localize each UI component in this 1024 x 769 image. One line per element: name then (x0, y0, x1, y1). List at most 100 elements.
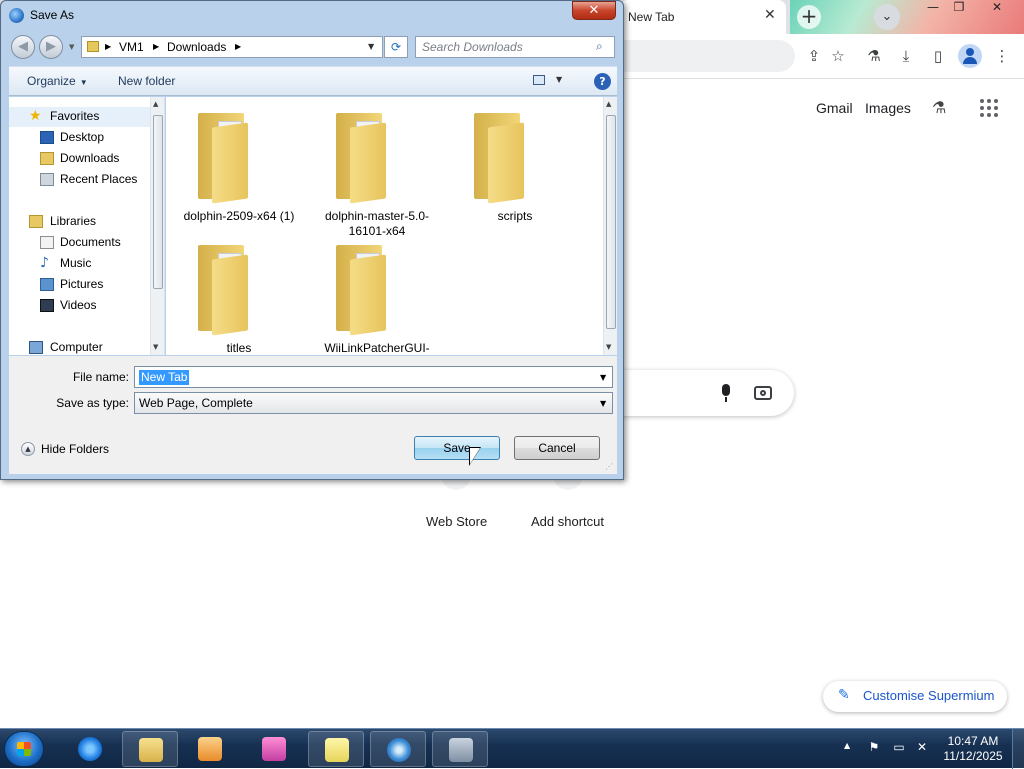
folder-item[interactable]: dolphin-master-5.0-16101-x64 (308, 103, 438, 238)
help-button[interactable]: ? (594, 73, 611, 90)
forward-button[interactable]: ▶ (39, 35, 63, 59)
side-panel-icon[interactable]: ▯ (927, 45, 949, 67)
supermium-taskbar-button[interactable] (370, 731, 426, 767)
nav-item-pictures[interactable]: Pictures (9, 275, 152, 295)
network-icon[interactable]: ▭ (891, 740, 907, 754)
new-tab-button[interactable]: + (797, 5, 821, 29)
tab-close-icon[interactable]: ✕ (764, 7, 776, 23)
breadcrumb-arrow-icon[interactable]: ▶ (235, 42, 241, 51)
system-clock[interactable]: 10:47 AM 11/12/2025 (938, 734, 1008, 764)
recent-locations-dropdown-icon[interactable]: ▼ (69, 43, 74, 51)
start-button[interactable] (4, 731, 44, 767)
show-desktop-button[interactable] (1012, 729, 1024, 769)
folder-item[interactable]: WiiLinkPatcherGUI-Windows-x64 (308, 235, 438, 355)
view-options-dropdown-icon[interactable]: ▼ (556, 75, 562, 84)
nav-item-videos[interactable]: Videos (9, 296, 152, 316)
share-icon[interactable]: ⇪ (803, 45, 825, 67)
breadcrumb-vm1[interactable]: VM1 (119, 40, 144, 54)
bookmark-star-icon[interactable]: ☆ (827, 45, 849, 67)
labs-icon[interactable]: ⚗ (863, 45, 885, 67)
save-as-type-select[interactable]: Web Page, Complete ▼ (134, 392, 613, 414)
address-breadcrumb[interactable]: ▶ VM1 ▶ Downloads ▶ ▼ (81, 36, 383, 58)
nav-item-music[interactable]: ♪ Music (9, 254, 152, 274)
search-field[interactable]: ⌕ (415, 36, 615, 58)
folder-item[interactable]: dolphin-2509-x64 (1) (170, 103, 300, 223)
customise-button[interactable]: ✎ Customise Supermium (823, 681, 1007, 712)
search-labs-icon[interactable]: ⚗ (932, 98, 946, 117)
scrollbar-thumb[interactable] (153, 115, 163, 289)
sticky-notes-icon (325, 738, 349, 762)
search-icon[interactable]: ⌕ (596, 39, 603, 54)
nav-item-computer[interactable]: Computer (9, 338, 152, 355)
nav-label-favorites: Favorites (50, 109, 100, 123)
address-dropdown-icon[interactable]: ▼ (368, 42, 374, 51)
sticky-notes-taskbar-button[interactable] (308, 731, 364, 767)
change-view-icon[interactable] (533, 75, 545, 85)
browser-icon (387, 738, 411, 762)
nav-item-documents[interactable]: Documents (9, 233, 152, 253)
minimize-button[interactable]: — (921, 0, 945, 18)
search-input[interactable] (422, 39, 592, 55)
scroll-down-icon[interactable]: ▼ (153, 343, 158, 351)
nav-item-desktop[interactable]: Desktop (9, 128, 152, 148)
file-name-field[interactable]: New Tab ▼ (134, 366, 613, 388)
file-pane-scrollbar[interactable]: ▲ ▼ (603, 97, 617, 355)
nav-item-downloads[interactable]: Downloads (9, 149, 152, 169)
folder-item[interactable]: scripts (446, 103, 576, 223)
nav-label-recent-places: Recent Places (60, 172, 138, 186)
microphone-icon[interactable] (719, 384, 733, 402)
tab-search-button[interactable]: ⌄ (874, 4, 900, 30)
internet-explorer-taskbar-button[interactable] (62, 731, 118, 767)
hide-folders-label: Hide Folders (41, 442, 110, 456)
nav-pane-scrollbar[interactable]: ▲ ▼ (150, 97, 164, 355)
nav-label-desktop: Desktop (60, 130, 105, 144)
dialog-close-button[interactable]: ✕ (572, 1, 616, 20)
computer-icon (29, 341, 43, 354)
file-name-dropdown-icon[interactable]: ▼ (600, 373, 606, 382)
resize-grip-icon[interactable]: ⋰ (605, 462, 613, 471)
camera-search-icon[interactable] (754, 386, 772, 400)
nav-item-favorites[interactable]: ★ Favorites (9, 107, 152, 127)
folder-item[interactable]: titles (170, 235, 300, 355)
maximize-button[interactable]: ❐ (947, 0, 971, 18)
scroll-up-icon[interactable]: ▲ (606, 100, 611, 108)
images-link[interactable]: Images (865, 100, 911, 116)
new-folder-button[interactable]: New folder (118, 74, 175, 88)
breadcrumb-arrow-icon[interactable]: ▶ (105, 42, 111, 51)
scroll-up-icon[interactable]: ▲ (153, 100, 158, 108)
folder-icon (336, 111, 398, 204)
gmail-link[interactable]: Gmail (816, 100, 853, 116)
folder-icon (474, 111, 536, 204)
scroll-down-icon[interactable]: ▼ (606, 343, 611, 351)
refresh-icon[interactable]: ⟳ (384, 36, 408, 58)
save-button[interactable]: Save (414, 436, 500, 460)
organize-menu[interactable]: Organize ▼ (27, 74, 88, 88)
breadcrumb-arrow-icon[interactable]: ▶ (153, 42, 159, 51)
gift-app-taskbar-button[interactable] (246, 731, 302, 767)
show-hidden-icons-icon[interactable]: ▲ (844, 741, 850, 750)
file-explorer-taskbar-button[interactable] (122, 731, 178, 767)
shortcut-label-web-store[interactable]: Web Store (426, 514, 487, 529)
shortcut-label-add-shortcut[interactable]: Add shortcut (531, 514, 604, 529)
close-window-button[interactable]: ✕ (985, 0, 1009, 18)
nav-item-libraries[interactable]: Libraries (9, 212, 152, 232)
cancel-button[interactable]: Cancel (514, 436, 600, 460)
save-as-type-label: Save as type: (56, 396, 129, 410)
profile-avatar[interactable] (958, 44, 982, 68)
scrollbar-thumb[interactable] (606, 115, 616, 329)
save-as-type-dropdown-icon[interactable]: ▼ (600, 399, 606, 408)
menu-icon[interactable]: ⋮ (991, 45, 1013, 67)
volume-muted-icon[interactable]: ✕ (914, 740, 930, 754)
download-icon[interactable]: ⤓ (895, 45, 917, 67)
address-bar[interactable] (605, 40, 795, 72)
media-player-taskbar-button[interactable] (182, 731, 238, 767)
action-center-flag-icon[interactable]: ⚑ (866, 740, 882, 754)
back-button[interactable]: ◀ (11, 35, 35, 59)
taskbar: ▲ ⚑ ▭ ✕ 10:47 AM 11/12/2025 (0, 728, 1024, 769)
folder-icon (198, 243, 260, 336)
control-panel-taskbar-button[interactable] (432, 731, 488, 767)
file-name-value[interactable]: New Tab (139, 370, 190, 385)
google-apps-icon[interactable] (980, 99, 1000, 119)
nav-item-recent-places[interactable]: Recent Places (9, 170, 152, 190)
breadcrumb-downloads[interactable]: Downloads (167, 40, 226, 54)
